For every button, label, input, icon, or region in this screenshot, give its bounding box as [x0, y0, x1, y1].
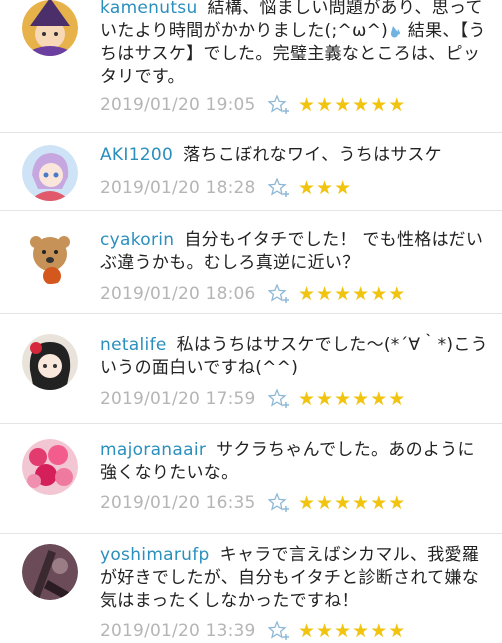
comment-date: 2019/01/20 18:06 — [100, 284, 256, 304]
username-link[interactable]: AKI1200 — [100, 145, 173, 165]
comment-meta: 2019/01/20 19:05 ★ ★ ★ ★ ★ ★ — [100, 93, 405, 117]
star-icon: ★ — [298, 94, 316, 116]
star-icon: ★ — [388, 492, 406, 514]
star-icon: ★ — [298, 620, 316, 642]
comment-body: kamenutsu 結構、悩ましい問題があり、思っていたより時間がかかりました(;… — [100, 0, 488, 89]
comment-item: yoshimarufp キャラで言えばシカマル、我愛羅が好きでしたが、自分もイタチ… — [0, 534, 502, 643]
comment-body: majoranaair サクラちゃんでした。あのように強くなりたいな。 — [100, 439, 488, 485]
star-icon: ★ — [352, 492, 370, 514]
rating-stars: ★ ★ ★ ★ ★ ★ — [298, 492, 405, 514]
comment-item: AKI1200 落ちこぼれなワイ、うちはサスケ 2019/01/20 18:28 … — [0, 133, 502, 211]
star-plus-icon[interactable] — [268, 620, 294, 642]
username-link[interactable]: majoranaair — [100, 440, 206, 460]
comment-body: netalife 私はうちはサスケでした〜(*´∀｀*)こういうの面白いですね(^… — [100, 334, 488, 380]
comment-item: cyakorin 自分もイタチでした！ でも性格はだいぶ違うかも。むしろ真逆に近い… — [0, 211, 502, 314]
username-link[interactable]: netalife — [100, 335, 167, 355]
star-icon: ★ — [370, 94, 388, 116]
star-plus-icon[interactable] — [268, 94, 294, 116]
star-icon: ★ — [334, 492, 352, 514]
star-plus-icon[interactable] — [268, 388, 294, 410]
username-link[interactable]: kamenutsu — [100, 0, 198, 18]
star-icon: ★ — [388, 283, 406, 305]
comment-body: cyakorin 自分もイタチでした！ でも性格はだいぶ違うかも。むしろ真逆に近い… — [100, 229, 488, 275]
avatar[interactable] — [22, 228, 78, 284]
star-icon: ★ — [388, 94, 406, 116]
avatar[interactable] — [22, 334, 78, 390]
star-icon: ★ — [370, 620, 388, 642]
star-icon: ★ — [352, 620, 370, 642]
avatar[interactable] — [22, 544, 78, 600]
comment-meta: 2019/01/20 18:28 ★ ★ ★ — [100, 176, 351, 200]
comment-date: 2019/01/20 16:35 — [100, 493, 256, 513]
star-icon: ★ — [316, 177, 334, 199]
comment-body: yoshimarufp キャラで言えばシカマル、我愛羅が好きでしたが、自分もイタチ… — [100, 544, 488, 613]
star-icon: ★ — [316, 94, 334, 116]
star-icon: ★ — [352, 283, 370, 305]
star-plus-icon[interactable] — [268, 283, 294, 305]
comment-date: 2019/01/20 13:39 — [100, 621, 256, 641]
star-icon: ★ — [352, 388, 370, 410]
star-icon: ★ — [334, 620, 352, 642]
star-icon: ★ — [334, 283, 352, 305]
comment-body: AKI1200 落ちこぼれなワイ、うちはサスケ — [100, 144, 488, 167]
rating-stars: ★ ★ ★ ★ ★ ★ — [298, 94, 405, 116]
avatar[interactable] — [22, 439, 78, 495]
star-icon: ★ — [316, 492, 334, 514]
star-icon: ★ — [370, 492, 388, 514]
comment-meta: 2019/01/20 18:06 ★ ★ ★ ★ ★ ★ — [100, 282, 405, 306]
rating-stars: ★ ★ ★ ★ ★ ★ — [298, 620, 405, 642]
comment-item: majoranaair サクラちゃんでした。あのように強くなりたいな。 2019/… — [0, 424, 502, 534]
star-icon: ★ — [298, 283, 316, 305]
star-icon: ★ — [316, 283, 334, 305]
rating-stars: ★ ★ ★ — [298, 177, 351, 199]
star-icon: ★ — [388, 388, 406, 410]
username-link[interactable]: cyakorin — [100, 230, 174, 250]
star-icon: ★ — [388, 620, 406, 642]
star-icon: ★ — [298, 177, 316, 199]
username-link[interactable]: yoshimarufp — [100, 545, 210, 565]
star-icon: ★ — [352, 94, 370, 116]
star-icon: ★ — [370, 283, 388, 305]
star-icon: ★ — [298, 492, 316, 514]
comment-date: 2019/01/20 18:28 — [100, 178, 256, 198]
rating-stars: ★ ★ ★ ★ ★ ★ — [298, 283, 405, 305]
star-icon: ★ — [334, 94, 352, 116]
comment-meta: 2019/01/20 16:35 ★ ★ ★ ★ ★ ★ — [100, 491, 405, 515]
comment-item: netalife 私はうちはサスケでした〜(*´∀｀*)こういうの面白いですね(^… — [0, 314, 502, 424]
star-icon: ★ — [316, 388, 334, 410]
comment-date: 2019/01/20 17:59 — [100, 389, 256, 409]
star-icon: ★ — [334, 177, 352, 199]
comment-date: 2019/01/20 19:05 — [100, 95, 256, 115]
rating-stars: ★ ★ ★ ★ ★ ★ — [298, 388, 405, 410]
avatar[interactable] — [22, 0, 78, 56]
star-plus-icon[interactable] — [268, 492, 294, 514]
star-icon: ★ — [298, 388, 316, 410]
comment-meta: 2019/01/20 13:39 ★ ★ ★ ★ ★ ★ — [100, 619, 405, 643]
star-plus-icon[interactable] — [268, 177, 294, 199]
comment-item: kamenutsu 結構、悩ましい問題があり、思っていたより時間がかかりました(;… — [0, 0, 502, 133]
star-icon: ★ — [370, 388, 388, 410]
comment-text: 落ちこぼれなワイ、うちはサスケ — [183, 145, 442, 165]
star-icon: ★ — [316, 620, 334, 642]
star-icon: ★ — [334, 388, 352, 410]
sweat-drop-icon — [391, 26, 401, 38]
comment-meta: 2019/01/20 17:59 ★ ★ ★ ★ ★ ★ — [100, 387, 405, 411]
avatar[interactable] — [22, 145, 78, 201]
